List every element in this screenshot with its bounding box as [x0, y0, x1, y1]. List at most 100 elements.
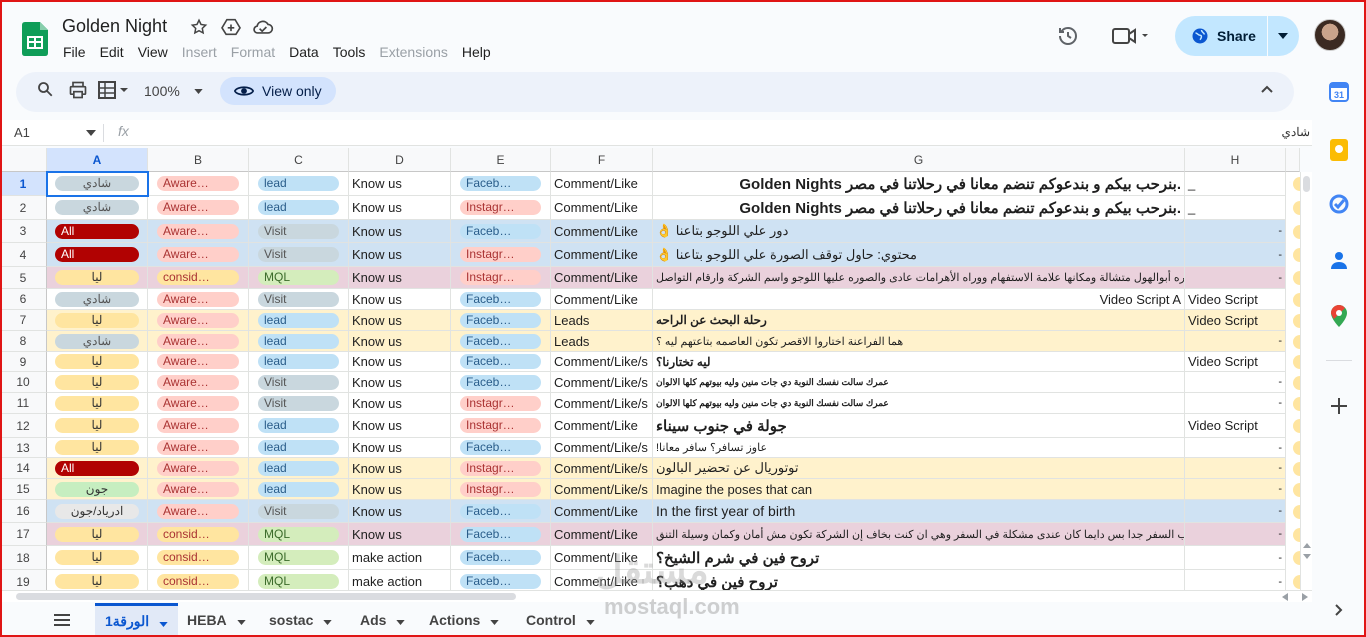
- cell-h17[interactable]: -: [1185, 523, 1286, 546]
- cell-b16[interactable]: Aware…: [148, 500, 249, 523]
- cell-f19[interactable]: Comment/Like: [551, 570, 653, 590]
- star-icon[interactable]: [188, 16, 210, 38]
- caret-down-icon[interactable]: [396, 612, 406, 628]
- sheet-tab-3[interactable]: Ads: [350, 603, 415, 637]
- cell-h5[interactable]: -: [1185, 267, 1286, 289]
- column-header-e[interactable]: E: [451, 148, 551, 172]
- cell-c10[interactable]: Visit: [249, 372, 349, 393]
- cell-b14[interactable]: Aware…: [148, 458, 249, 479]
- cell-h11[interactable]: -: [1185, 393, 1286, 414]
- cell-g2[interactable]: Golden Nights بنرحب بيكم و بندعوكم تنضم …: [653, 196, 1185, 220]
- caret-down-icon[interactable]: [586, 612, 595, 628]
- cell-c9[interactable]: lead: [249, 352, 349, 372]
- cell-d9[interactable]: Know us: [349, 352, 451, 372]
- cell-f4[interactable]: Comment/Like: [551, 243, 653, 267]
- cell-b17[interactable]: consid…: [148, 523, 249, 546]
- zoom-select[interactable]: 100%: [144, 83, 203, 99]
- horizontal-scrollbar[interactable]: [0, 590, 1312, 602]
- row-header[interactable]: 16: [0, 500, 47, 523]
- scroll-arrows-icon[interactable]: [1303, 542, 1311, 560]
- cell-e13[interactable]: Faceb…: [451, 438, 551, 458]
- cell-c1[interactable]: lead: [249, 172, 349, 196]
- cell-g9[interactable]: ليه تختارنا؟: [653, 352, 1185, 372]
- cell-e11[interactable]: Instagr…: [451, 393, 551, 414]
- vertical-scrollbar[interactable]: [1300, 172, 1312, 590]
- move-to-drive-icon[interactable]: [220, 16, 242, 38]
- cell-d2[interactable]: Know us: [349, 196, 451, 220]
- menu-format[interactable]: Format: [224, 42, 282, 62]
- cell-a19[interactable]: ليا: [47, 570, 148, 590]
- cell-f12[interactable]: Comment/Like: [551, 414, 653, 438]
- cell-f1[interactable]: Comment/Like: [551, 172, 653, 196]
- cell-a16[interactable]: ادرياد/جون: [47, 500, 148, 523]
- cell-b4[interactable]: Aware…: [148, 243, 249, 267]
- cell-e2[interactable]: Instagr…: [451, 196, 551, 220]
- row-header[interactable]: 15: [0, 479, 47, 500]
- cell-e8[interactable]: Faceb…: [451, 331, 551, 352]
- cell-e4[interactable]: Instagr…: [451, 243, 551, 267]
- cell-a13[interactable]: ليا: [47, 438, 148, 458]
- cell-e9[interactable]: Faceb…: [451, 352, 551, 372]
- caret-down-icon[interactable]: [86, 130, 96, 136]
- cell-h12[interactable]: Video Script: [1185, 414, 1286, 438]
- maps-icon[interactable]: [1329, 305, 1349, 327]
- cell-f17[interactable]: Comment/Like: [551, 523, 653, 546]
- cell-g13[interactable]: عاوز تسافر؟ سافر معانا!: [653, 438, 1185, 458]
- row-header[interactable]: 18: [0, 546, 47, 570]
- row-header[interactable]: 1: [0, 172, 47, 196]
- column-header-g[interactable]: G: [653, 148, 1185, 172]
- cell-c12[interactable]: lead: [249, 414, 349, 438]
- cell-a1[interactable]: شادي: [47, 172, 148, 196]
- cell-d1[interactable]: Know us: [349, 172, 451, 196]
- row-header[interactable]: 19: [0, 570, 47, 590]
- cell-f6[interactable]: Comment/Like: [551, 289, 653, 310]
- cell-g4[interactable]: محتوي: حاول توقف الصورة علي اللوجو بتاعن…: [653, 243, 1185, 267]
- column-header-f[interactable]: F: [551, 148, 653, 172]
- row-header[interactable]: 8: [0, 331, 47, 352]
- row-header[interactable]: 6: [0, 289, 47, 310]
- cell-f16[interactable]: Comment/Like: [551, 500, 653, 523]
- cell-h18[interactable]: -: [1185, 546, 1286, 570]
- view-only-button[interactable]: View only: [220, 77, 336, 105]
- scroll-arrows-icon[interactable]: [1282, 593, 1308, 601]
- cell-g11[interactable]: عمرك سالت نفسك النوبة دي جات منين وليه ب…: [653, 393, 1185, 414]
- sheet-tab-1[interactable]: HEBA: [177, 603, 256, 637]
- cell-d8[interactable]: Know us: [349, 331, 451, 352]
- meet-video-icon[interactable]: [1112, 26, 1148, 51]
- cell-f3[interactable]: Comment/Like: [551, 220, 653, 243]
- cell-g8[interactable]: هما الفراعنة اختاروا الاقصر تكون العاصمه…: [653, 331, 1185, 352]
- print-icon[interactable]: [68, 80, 88, 100]
- cell-e3[interactable]: Faceb…: [451, 220, 551, 243]
- cell-b7[interactable]: Aware…: [148, 310, 249, 331]
- cell-d19[interactable]: make action: [349, 570, 451, 590]
- row-header[interactable]: 14: [0, 458, 47, 479]
- cell-a10[interactable]: ليا: [47, 372, 148, 393]
- sheets-logo-icon[interactable]: [22, 22, 48, 56]
- cell-a11[interactable]: ليا: [47, 393, 148, 414]
- cell-h14[interactable]: -: [1185, 458, 1286, 479]
- cell-c6[interactable]: Visit: [249, 289, 349, 310]
- share-options-button[interactable]: [1268, 33, 1298, 39]
- menu-data[interactable]: Data: [282, 42, 326, 62]
- cell-a8[interactable]: شادي: [47, 331, 148, 352]
- cell-c2[interactable]: lead: [249, 196, 349, 220]
- cell-b15[interactable]: Aware…: [148, 479, 249, 500]
- cell-f13[interactable]: Comment/Like/s: [551, 438, 653, 458]
- cell-d6[interactable]: Know us: [349, 289, 451, 310]
- cell-c7[interactable]: lead: [249, 310, 349, 331]
- cell-c8[interactable]: lead: [249, 331, 349, 352]
- cell-d17[interactable]: Know us: [349, 523, 451, 546]
- cell-f2[interactable]: Comment/Like: [551, 196, 653, 220]
- row-header[interactable]: 9: [0, 352, 47, 372]
- cell-c11[interactable]: Visit: [249, 393, 349, 414]
- calendar-icon[interactable]: 31: [1329, 82, 1349, 102]
- cell-c18[interactable]: MQL: [249, 546, 349, 570]
- cell-a5[interactable]: ليا: [47, 267, 148, 289]
- cell-e17[interactable]: Faceb…: [451, 523, 551, 546]
- menu-file[interactable]: File: [56, 42, 93, 62]
- cell-h9[interactable]: Video Script: [1185, 352, 1286, 372]
- cell-e19[interactable]: Faceb…: [451, 570, 551, 590]
- row-header[interactable]: 4: [0, 243, 47, 267]
- cell-d15[interactable]: Know us: [349, 479, 451, 500]
- cell-b6[interactable]: Aware…: [148, 289, 249, 310]
